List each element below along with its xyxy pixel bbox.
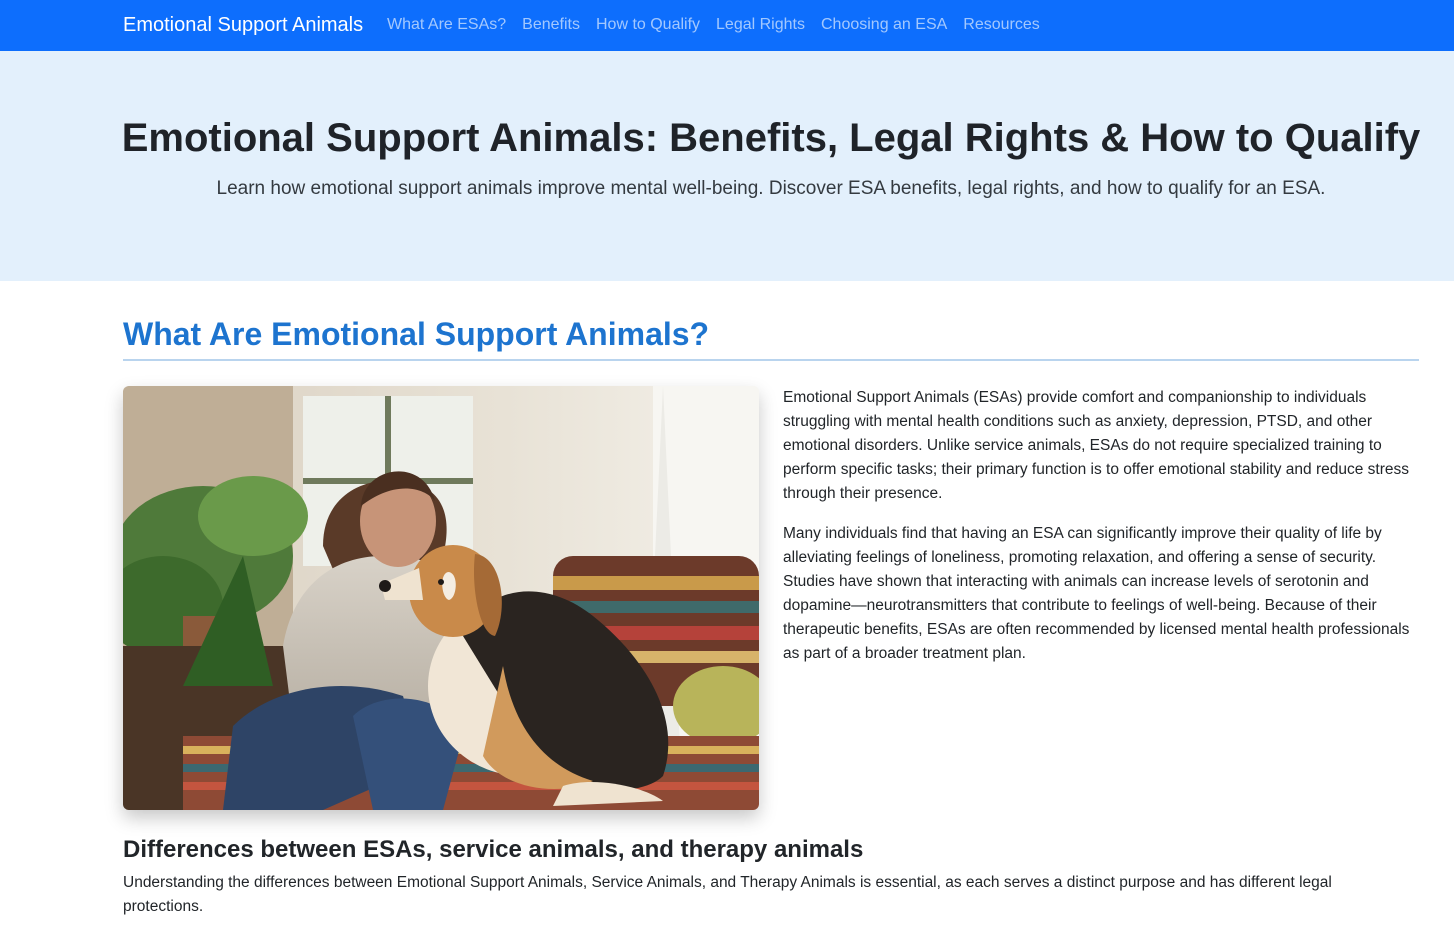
hero-title: Emotional Support Animals: Benefits, Leg…: [121, 116, 1421, 160]
nav-link-benefits[interactable]: Benefits: [514, 14, 588, 36]
nav-link-choosing-an-esa[interactable]: Choosing an ESA: [813, 14, 955, 36]
navbar-brand[interactable]: Emotional Support Animals: [123, 12, 363, 38]
benefits-paragraph: Many individuals find that having an ESA…: [783, 525, 1410, 662]
navbar: Emotional Support Animals What Are ESAs?…: [0, 0, 1454, 51]
nav-link-how-to-qualify[interactable]: How to Qualify: [588, 14, 708, 36]
intro-paragraph: Emotional Support Animals (ESAs) provide…: [783, 389, 1410, 502]
hero-subtitle: Learn how emotional support animals impr…: [216, 178, 1326, 199]
nav-links: What Are ESAs? Benefits How to Qualify L…: [379, 14, 1048, 36]
nav-link-what-are-esas[interactable]: What Are ESAs?: [379, 14, 514, 36]
differences-heading: Differences between ESAs, service animal…: [123, 836, 864, 863]
nav-link-resources[interactable]: Resources: [955, 14, 1047, 36]
section-divider: [123, 359, 1419, 361]
section-title: What Are Emotional Support Animals?: [123, 316, 710, 352]
hero-banner: Emotional Support Animals: Benefits, Leg…: [0, 51, 1454, 281]
nav-link-legal-rights[interactable]: Legal Rights: [708, 14, 813, 36]
differences-paragraph: Understanding the differences between Em…: [123, 874, 1332, 915]
woman-with-beagle-photo: [123, 386, 759, 810]
